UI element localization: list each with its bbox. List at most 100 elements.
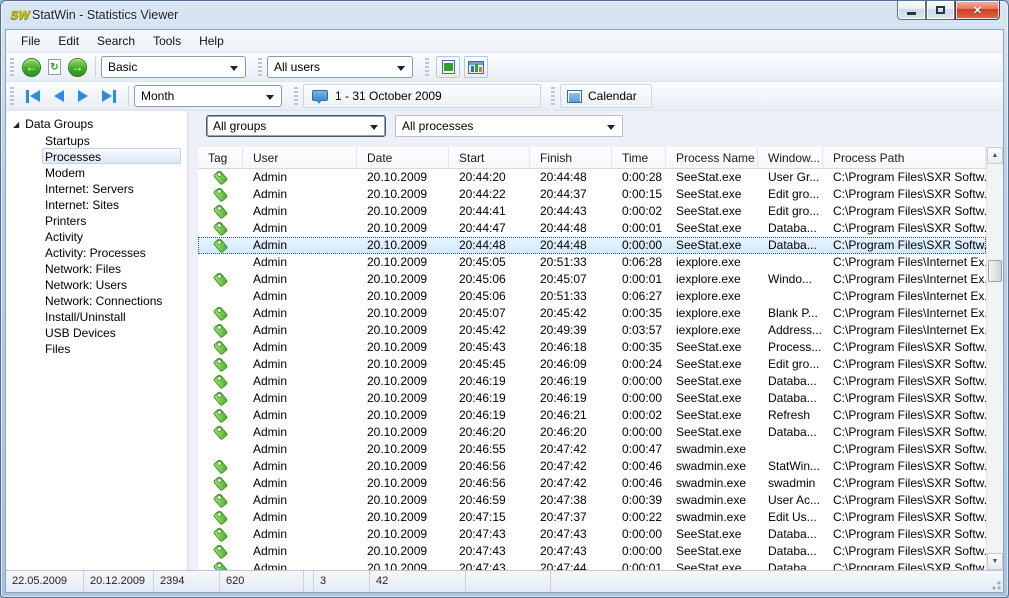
toolbar-grip[interactable] — [551, 87, 555, 105]
report-view-button[interactable] — [436, 56, 460, 78]
table-row[interactable]: Admin20.10.200920:46:5520:47:420:00:47sw… — [198, 441, 986, 458]
column-header-date[interactable]: Date — [357, 147, 449, 168]
tree-item-usb-devices[interactable]: USB Devices — [42, 324, 181, 340]
column-header-time[interactable]: Time — [612, 147, 666, 168]
back-button[interactable]: ← — [22, 58, 41, 77]
process-filter-combobox[interactable]: All processes — [395, 115, 623, 137]
tree-item-startups[interactable]: Startups — [42, 132, 181, 148]
cell-process-name: SeeStat.exe — [666, 169, 758, 186]
scrollbar-thumb[interactable] — [988, 260, 1002, 282]
tree-item-network-connections[interactable]: Network: Connections — [42, 292, 181, 308]
column-header-tag[interactable]: Tag — [198, 147, 243, 168]
tree-item-files[interactable]: Files — [42, 340, 181, 356]
column-header-process-path[interactable]: Process Path — [823, 147, 986, 168]
table-row[interactable]: Admin20.10.200920:47:4320:47:430:00:00Se… — [198, 526, 986, 543]
table-row[interactable]: Admin20.10.200920:46:1920:46:190:00:00Se… — [198, 390, 986, 407]
vertical-scrollbar[interactable]: ▲ ▼ — [986, 147, 1003, 570]
cell-process-name: iexplore.exe — [666, 288, 758, 305]
close-button[interactable]: ✕ — [955, 1, 1000, 20]
next-period-button[interactable] — [78, 90, 88, 102]
toolbar-grip[interactable] — [258, 58, 262, 76]
tree-expand-icon[interactable]: ◢ — [13, 120, 19, 129]
tag-cell — [198, 339, 243, 356]
cell-time: 0:00:15 — [612, 186, 666, 203]
table-row[interactable]: Admin20.10.200920:45:0720:45:420:00:35ie… — [198, 305, 986, 322]
cell-process-path: C:\Program Files\SXR Softw... — [823, 458, 986, 475]
scroll-up-button[interactable]: ▲ — [987, 147, 1003, 164]
table-row[interactable]: Admin20.10.200920:47:4320:47:430:00:00Se… — [198, 543, 986, 560]
previous-period-button[interactable] — [54, 90, 64, 102]
calendar-button[interactable]: Calendar — [560, 84, 652, 108]
column-header-finish[interactable]: Finish — [530, 147, 612, 168]
table-row[interactable]: Admin20.10.200920:44:4820:44:480:00:00Se… — [198, 237, 986, 254]
tree-item-modem[interactable]: Modem — [42, 164, 181, 180]
cell-process-path: C:\Program Files\Internet Ex... — [823, 271, 986, 288]
tree-item-network-users[interactable]: Network: Users — [42, 276, 181, 292]
minimize-button[interactable] — [897, 1, 926, 20]
tree-item-install-uninstall[interactable]: Install/Uninstall — [42, 308, 181, 324]
table-row[interactable]: Admin20.10.200920:44:2220:44:370:00:15Se… — [198, 186, 986, 203]
tree-item-activity-processes[interactable]: Activity: Processes — [42, 244, 181, 260]
cell-process-path: C:\Program Files\SXR Softw... — [823, 339, 986, 356]
table-row[interactable]: Admin20.10.200920:44:2020:44:480:00:28Se… — [198, 169, 986, 186]
table-row[interactable]: Admin20.10.200920:46:5620:47:420:00:46sw… — [198, 475, 986, 492]
table-row[interactable]: Admin20.10.200920:45:0620:45:070:00:01ie… — [198, 271, 986, 288]
profile-combobox[interactable]: Basic — [101, 56, 246, 78]
table-row[interactable]: Admin20.10.200920:46:1920:46:210:00:02Se… — [198, 407, 986, 424]
status-cell: 22.05.2009 — [6, 571, 84, 592]
first-period-button[interactable] — [26, 90, 40, 103]
table-row[interactable]: Admin20.10.200920:44:4120:44:430:00:02Se… — [198, 203, 986, 220]
toolbar-grip[interactable] — [294, 87, 298, 105]
maximize-button[interactable] — [926, 1, 955, 20]
toolbar-grip[interactable] — [425, 58, 429, 76]
table-row[interactable]: Admin20.10.200920:45:4520:46:090:00:24Se… — [198, 356, 986, 373]
resize-grip-icon[interactable] — [989, 578, 1001, 590]
last-period-button[interactable] — [102, 90, 116, 103]
column-header-process-name[interactable]: Process Name — [666, 147, 758, 168]
table-row[interactable]: Admin20.10.200920:46:5920:47:380:00:39sw… — [198, 492, 986, 509]
groups-filter-combobox[interactable]: All groups — [206, 115, 386, 137]
tree-root-data-groups[interactable]: ◢ Data Groups — [6, 116, 187, 132]
status-cell: 42 — [370, 571, 466, 592]
table-row[interactable]: Admin20.10.200920:45:0520:51:330:06:28ie… — [198, 254, 986, 271]
table-row[interactable]: Admin20.10.200920:46:1920:46:190:00:00Se… — [198, 373, 986, 390]
column-header-user[interactable]: User — [243, 147, 357, 168]
table-row[interactable]: Admin20.10.200920:45:0620:51:330:06:27ie… — [198, 288, 986, 305]
menu-item-help[interactable]: Help — [190, 31, 233, 51]
tree-item-printers[interactable]: Printers — [42, 212, 181, 228]
table-row[interactable]: Admin20.10.200920:46:5620:47:420:00:46sw… — [198, 458, 986, 475]
tree-item-internet-sites[interactable]: Internet: Sites — [42, 196, 181, 212]
table-row[interactable]: Admin20.10.200920:44:4720:44:480:00:01Se… — [198, 220, 986, 237]
cell-date: 20.10.2009 — [357, 186, 449, 203]
scroll-down-button[interactable]: ▼ — [987, 553, 1003, 570]
cell-process-name: iexplore.exe — [666, 322, 758, 339]
toolbar-grip[interactable] — [10, 87, 14, 105]
tag-cell — [198, 186, 243, 203]
main-area: ◢ Data Groups StartupsProcessesModemInte… — [6, 111, 1003, 570]
cell-date: 20.10.2009 — [357, 373, 449, 390]
menu-item-edit[interactable]: Edit — [49, 31, 88, 51]
menu-item-tools[interactable]: Tools — [144, 31, 190, 51]
calendar-icon — [567, 90, 582, 103]
period-combobox[interactable]: Month — [134, 85, 282, 107]
table-row[interactable]: Admin20.10.200920:45:4220:49:390:03:57ie… — [198, 322, 986, 339]
cell-process-name: SeeStat.exe — [666, 543, 758, 560]
column-header-start[interactable]: Start — [449, 147, 530, 168]
tree-item-processes[interactable]: Processes — [42, 148, 181, 164]
table-row[interactable]: Admin20.10.200920:45:4320:46:180:00:35Se… — [198, 339, 986, 356]
column-header-window[interactable]: Window... — [758, 147, 823, 168]
tree-item-network-files[interactable]: Network: Files — [42, 260, 181, 276]
tree-item-activity[interactable]: Activity — [42, 228, 181, 244]
toolbar-grip[interactable] — [10, 58, 14, 76]
title-bar[interactable]: SW StatWin - Statistics Viewer ✕ — [1, 1, 1008, 29]
tree-item-internet-servers[interactable]: Internet: Servers — [42, 180, 181, 196]
table-row[interactable]: Admin20.10.200920:46:2020:46:200:00:00Se… — [198, 424, 986, 441]
forward-button[interactable]: → — [68, 58, 87, 77]
menu-item-search[interactable]: Search — [88, 31, 144, 51]
chart-view-button[interactable] — [464, 56, 488, 78]
refresh-button[interactable]: ↻ — [48, 59, 61, 75]
menu-item-file[interactable]: File — [12, 31, 49, 51]
table-row[interactable]: Admin20.10.200920:47:1520:47:370:00:22sw… — [198, 509, 986, 526]
users-combobox[interactable]: All users — [267, 56, 413, 78]
table-row[interactable]: Admin20.10.200920:47:4320:47:440:00:01Se… — [198, 560, 986, 570]
